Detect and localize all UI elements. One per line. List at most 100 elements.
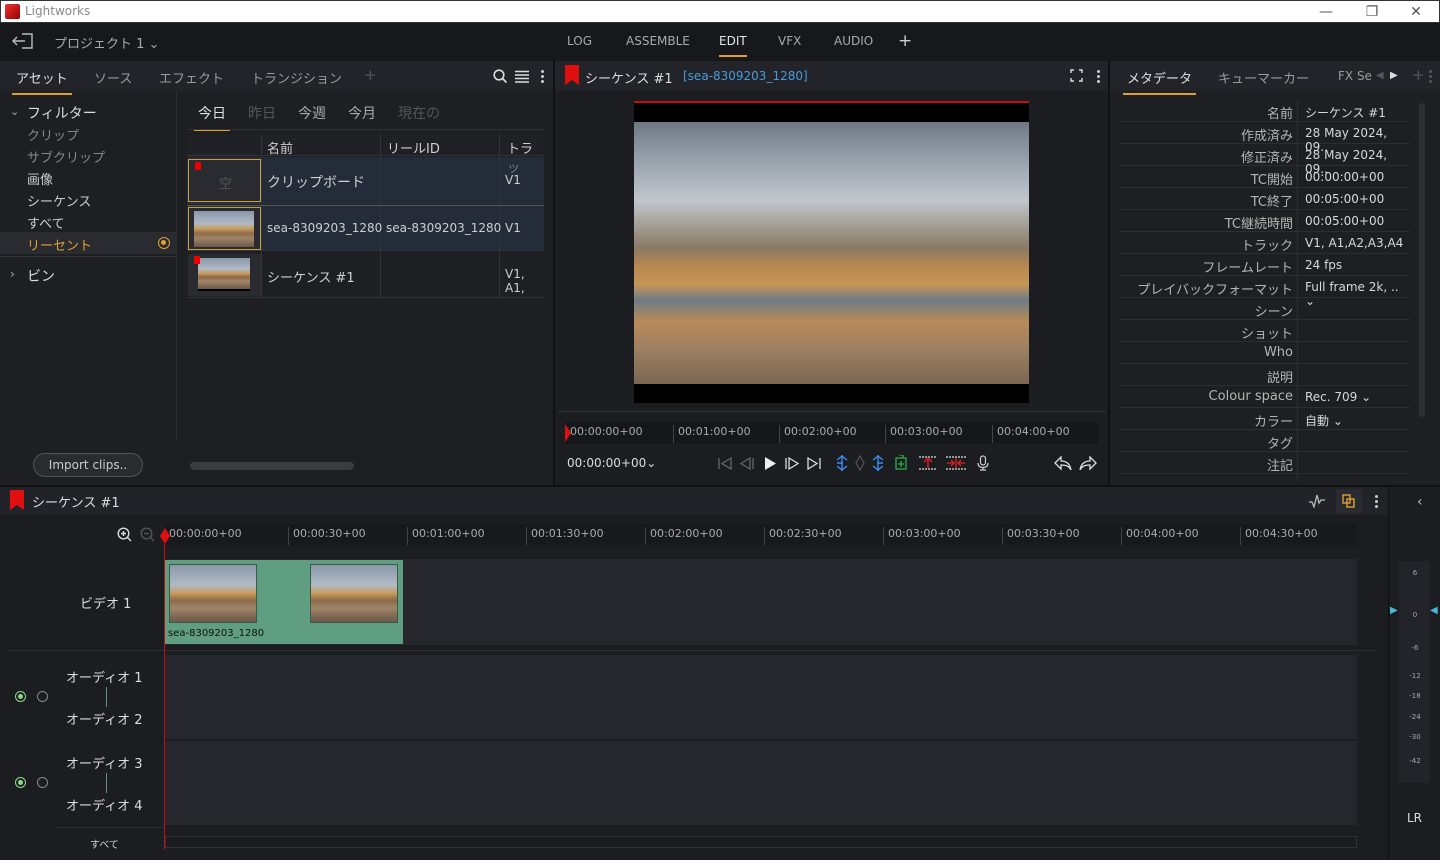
meter-right-marker-icon[interactable]: ◀: [1430, 605, 1438, 616]
audio-track-3-4[interactable]: [165, 741, 1357, 825]
filter-recent-row[interactable]: リーセント: [0, 232, 176, 254]
filter-sequences[interactable]: シーケンス: [27, 191, 91, 210]
metadata-row[interactable]: ショット: [1120, 320, 1410, 342]
list-view-icon[interactable]: [515, 70, 529, 83]
metadata-row[interactable]: カラー 自動 ⌄: [1120, 408, 1410, 430]
metadata-value[interactable]: V1, A1,A2,A3,A4: [1305, 236, 1403, 250]
play-icon[interactable]: [764, 457, 776, 470]
timeline-ruler[interactable]: 00:00:00+00 00:00:30+00 00:01:00+00 00:01:3…: [165, 524, 1357, 546]
meter-left-marker-icon[interactable]: ▶: [1390, 605, 1398, 616]
step-forward-icon[interactable]: [785, 457, 799, 470]
voiceover-mic-icon[interactable]: [977, 455, 989, 471]
video-frame[interactable]: [634, 101, 1029, 403]
metadata-row[interactable]: TC継続時間 00:05:00+00: [1120, 210, 1410, 232]
audio-track-label[interactable]: オーディオ 2: [66, 709, 143, 728]
add-tab-button[interactable]: +: [364, 66, 377, 84]
metadata-row[interactable]: タグ: [1120, 430, 1410, 452]
metadata-row[interactable]: フレームレート 24 fps: [1120, 254, 1410, 276]
metadata-value[interactable]: 24 fps: [1305, 258, 1342, 272]
tab-audio[interactable]: AUDIO: [834, 34, 873, 48]
scroll-left-icon[interactable]: ◀: [1376, 70, 1384, 81]
metadata-row[interactable]: 注記: [1120, 452, 1410, 474]
tab-cue-markers[interactable]: キューマーカー: [1218, 68, 1309, 87]
close-button[interactable]: ✕: [1393, 1, 1439, 23]
filter-header[interactable]: フィルター: [27, 103, 97, 123]
delete-icon[interactable]: [946, 456, 966, 470]
minimize-button[interactable]: —: [1303, 1, 1349, 23]
timecode-display[interactable]: 00:00:00+00⌄: [567, 456, 656, 470]
audio-track-label[interactable]: オーディオ 1: [66, 667, 143, 686]
date-tab-this-month[interactable]: 今月: [348, 103, 376, 123]
redo-icon[interactable]: [1079, 456, 1097, 471]
filter-images[interactable]: 画像: [27, 169, 53, 188]
mark-out-icon[interactable]: [872, 455, 884, 471]
tab-vfx[interactable]: VFX: [778, 34, 801, 48]
metadata-row[interactable]: Who: [1120, 342, 1410, 364]
metadata-value[interactable]: 00:05:00+00: [1305, 192, 1384, 206]
tab-edit[interactable]: EDIT: [719, 34, 747, 57]
bin-header[interactable]: ビン: [27, 266, 55, 286]
date-tab-yesterday[interactable]: 昨日: [248, 103, 276, 123]
filter-clips[interactable]: クリップ: [27, 125, 79, 144]
audio-solo-toggle[interactable]: [37, 777, 48, 788]
timeline-scrollbar[interactable]: [165, 836, 1357, 848]
filter-subclips[interactable]: サブクリップ: [27, 147, 105, 166]
column-name[interactable]: 名前: [267, 138, 293, 157]
collapse-panel-icon[interactable]: ‹: [1417, 494, 1423, 510]
metadata-value[interactable]: Rec. 709 ⌄: [1305, 390, 1371, 404]
metadata-row[interactable]: シーン: [1120, 298, 1410, 320]
table-row[interactable]: 空 クリップボード V1: [187, 157, 544, 204]
metadata-row[interactable]: トラック V1, A1,A2,A3,A4: [1120, 232, 1410, 254]
audio-solo-toggle[interactable]: [37, 691, 48, 702]
tab-assemble[interactable]: ASSEMBLE: [626, 34, 690, 48]
viewer-ruler[interactable]: 00:00:00+00 00:01:00+00 00:02:00+00 00:0…: [565, 422, 1098, 444]
column-reel-id[interactable]: リールID: [387, 138, 440, 157]
undo-icon[interactable]: [1054, 456, 1072, 471]
table-row[interactable]: sea-8309203_1280 sea-8309203_1280 V1: [187, 205, 544, 251]
metadata-row[interactable]: 作成済み 28 May 2024, 09..: [1120, 122, 1410, 154]
metadata-row[interactable]: 名前 シーケンス #1: [1120, 100, 1410, 122]
vertical-scrollbar[interactable]: [1419, 103, 1425, 417]
sync-lock-button[interactable]: [1336, 489, 1362, 513]
audio-enable-toggle[interactable]: [15, 777, 26, 788]
exit-project-icon[interactable]: [12, 33, 33, 49]
search-icon[interactable]: [493, 69, 508, 84]
video-track-header[interactable]: ビデオ 1: [0, 559, 160, 645]
viewer-menu-icon[interactable]: [1097, 69, 1101, 83]
audio-track-label[interactable]: オーディオ 3: [66, 753, 143, 772]
remove-icon[interactable]: [919, 456, 937, 470]
chevron-down-icon[interactable]: ⌄: [10, 105, 19, 118]
metadata-row[interactable]: プレイバックフォーマット Full frame 2k, .. ⌄: [1120, 276, 1410, 308]
metadata-row[interactable]: Colour space Rec. 709 ⌄: [1120, 386, 1410, 408]
zoom-in-icon[interactable]: [117, 527, 132, 542]
tab-transitions[interactable]: トランジション: [251, 68, 342, 87]
tab-assets[interactable]: アセット: [12, 68, 72, 95]
tab-sources[interactable]: ソース: [94, 68, 132, 87]
library-menu-icon[interactable]: [541, 69, 545, 83]
tab-log[interactable]: LOG: [567, 34, 592, 48]
date-tab-this-week[interactable]: 今週: [298, 103, 326, 123]
video-track[interactable]: sea-8309203_1280: [165, 559, 1357, 645]
zoom-out-icon[interactable]: [140, 527, 155, 542]
date-tab-today[interactable]: 今日: [194, 103, 230, 131]
maximize-button[interactable]: ❐: [1349, 1, 1395, 23]
metadata-row[interactable]: TC開始 00:00:00+00: [1120, 166, 1410, 188]
audio-track-1-2[interactable]: [165, 655, 1357, 739]
all-tracks-label[interactable]: すべて: [90, 836, 119, 851]
playhead-marker-icon[interactable]: [160, 528, 170, 544]
metadata-value[interactable]: シーケンス #1: [1305, 104, 1386, 121]
tab-fx-settings[interactable]: FX Se: [1338, 69, 1372, 83]
date-tab-current[interactable]: 現在の: [398, 103, 440, 123]
add-tab-button[interactable]: +: [1412, 66, 1425, 84]
go-to-start-icon[interactable]: [718, 457, 732, 470]
audio-enable-toggle[interactable]: [15, 691, 26, 702]
fullscreen-icon[interactable]: [1070, 69, 1083, 82]
add-cue-icon[interactable]: [895, 455, 907, 470]
import-clips-button[interactable]: Import clips..: [33, 453, 143, 477]
timeline-menu-icon[interactable]: [1375, 494, 1379, 508]
project-selector[interactable]: プロジェクト 1 ⌄: [54, 33, 159, 52]
mark-clip-icon[interactable]: [855, 455, 865, 471]
tab-effects[interactable]: エフェクト: [159, 68, 224, 87]
waveform-icon[interactable]: [1309, 494, 1325, 508]
chevron-right-icon[interactable]: ›: [10, 267, 15, 281]
